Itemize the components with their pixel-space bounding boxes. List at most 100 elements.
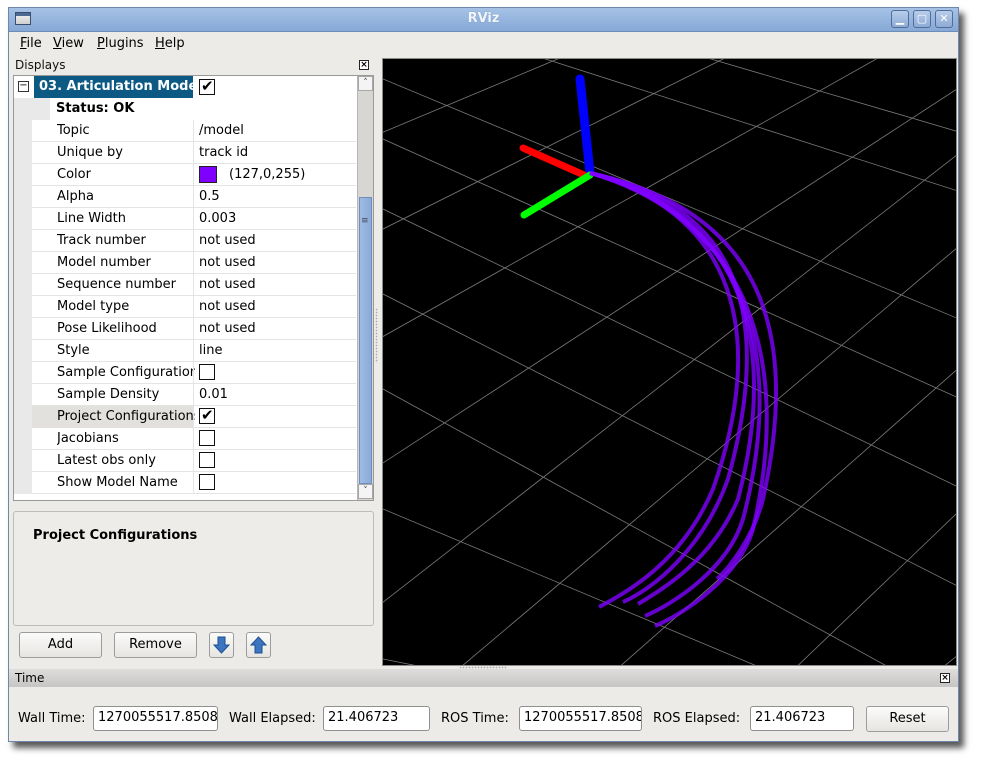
property-key: Model number <box>57 255 151 270</box>
displays-dock-title: Displays <box>15 58 66 72</box>
property-value[interactable]: not used <box>199 277 256 292</box>
property-value[interactable]: line <box>199 343 222 358</box>
minimize-icon: ▁ <box>895 12 905 25</box>
property-value[interactable]: 0.003 <box>199 211 236 226</box>
property-row[interactable]: Pose Likelihood not used <box>14 318 356 340</box>
property-value[interactable]: not used <box>199 299 256 314</box>
property-key: Sample Density <box>57 387 160 402</box>
property-row[interactable]: Model number not used <box>14 252 356 274</box>
time-panel: Time × Wall Time: 1270055517.850869 Wall… <box>9 669 958 741</box>
property-value[interactable]: not used <box>199 321 256 336</box>
property-row[interactable]: Line Width 0.003 <box>14 208 356 230</box>
rviz-window: RViz ▁ ▢ ✕ File View Plugins Help Displa… <box>8 7 959 742</box>
menu-plugins[interactable]: Plugins <box>97 36 144 51</box>
close-icon: × <box>360 60 368 70</box>
property-row[interactable]: Sample Configurations <box>14 362 356 384</box>
property-row[interactable]: Jacobians <box>14 428 356 450</box>
collapse-icon[interactable]: − <box>18 81 29 92</box>
property-row[interactable]: Latest obs only <box>14 450 356 472</box>
property-checkbox[interactable] <box>199 452 215 468</box>
property-value[interactable]: 0.5 <box>199 189 220 204</box>
reset-button[interactable]: Reset <box>866 706 949 732</box>
property-row[interactable]: Show Model Name <box>14 472 356 494</box>
wall-elapsed-field[interactable]: 21.406723 <box>323 706 430 731</box>
property-checkbox[interactable] <box>199 430 215 446</box>
add-display-button[interactable]: Add <box>19 632 102 658</box>
property-value[interactable]: not used <box>199 233 256 248</box>
display-enabled-checkbox[interactable] <box>199 77 215 95</box>
close-button[interactable]: ✕ <box>935 10 953 28</box>
grid-line <box>383 59 724 230</box>
property-value[interactable]: not used <box>199 255 256 270</box>
close-icon: × <box>941 673 949 683</box>
display-root-row[interactable]: − 03. Articulation Mode <box>14 76 356 98</box>
property-checkbox[interactable] <box>199 364 215 380</box>
property-key: Topic <box>57 123 90 138</box>
property-row[interactable]: Color (127,0,255) <box>14 164 356 186</box>
displays-scrollbar[interactable]: ˄ ≡ ˅ <box>357 76 373 500</box>
property-key: Color <box>57 167 91 182</box>
wall-time-field[interactable]: 1270055517.850869 <box>93 706 218 731</box>
property-value[interactable]: track id <box>199 145 248 160</box>
property-key: Track number <box>57 233 146 248</box>
menu-file[interactable]: File <box>20 36 42 51</box>
move-up-button[interactable] <box>246 632 271 658</box>
property-value[interactable]: 0.01 <box>199 387 228 402</box>
time-panel-title: Time <box>15 671 45 685</box>
title-bar[interactable]: RViz ▁ ▢ ✕ <box>9 8 958 32</box>
color-swatch[interactable] <box>199 166 217 183</box>
z-axis <box>575 74 595 178</box>
minimize-button[interactable]: ▁ <box>891 10 909 28</box>
property-key: Line Width <box>57 211 126 226</box>
time-close-button[interactable]: × <box>940 673 950 683</box>
property-value[interactable]: (127,0,255) <box>229 167 305 182</box>
property-key: Sample Configurations <box>57 365 195 380</box>
trajectory-line <box>589 171 741 609</box>
grid-line <box>797 513 956 665</box>
menu-view[interactable]: View <box>53 36 84 51</box>
property-key: Sequence number <box>57 277 176 292</box>
scroll-down-button[interactable]: ˅ <box>358 484 373 499</box>
wall-elapsed-label: Wall Elapsed: <box>229 711 316 726</box>
grid-line <box>383 138 956 398</box>
grid-line <box>709 59 956 132</box>
ros-elapsed-label: ROS Elapsed: <box>653 711 741 726</box>
display-root-highlight: 03. Articulation Mode <box>34 76 193 98</box>
property-value[interactable]: /model <box>199 123 244 138</box>
property-checkbox[interactable] <box>199 406 215 424</box>
scroll-up-button[interactable]: ˄ <box>358 76 373 91</box>
property-row[interactable]: Sample Density 0.01 <box>14 384 356 406</box>
grid-line <box>944 656 956 665</box>
displays-close-button[interactable]: × <box>359 60 369 70</box>
property-row[interactable]: Sequence number not used <box>14 274 356 296</box>
property-row[interactable]: Unique by track id <box>14 142 356 164</box>
maximize-button[interactable]: ▢ <box>913 10 931 28</box>
x-axis <box>519 144 588 179</box>
ros-elapsed-field[interactable]: 21.406723 <box>750 706 854 731</box>
property-row[interactable]: Topic/model <box>14 120 356 142</box>
property-checkbox[interactable] <box>199 474 215 490</box>
grid-line <box>544 59 956 191</box>
3d-scene[interactable] <box>383 59 956 665</box>
window-title: RViz <box>467 11 500 26</box>
display-root-label: 03. Articulation Mode <box>39 79 193 94</box>
property-key: Style <box>57 343 90 358</box>
vertical-splitter-handle[interactable] <box>375 308 378 363</box>
ros-time-field[interactable]: 1270055517.850869 <box>519 706 642 731</box>
property-key: Latest obs only <box>57 453 156 468</box>
remove-display-button[interactable]: Remove <box>114 632 197 658</box>
render-viewport[interactable] <box>382 58 957 666</box>
menu-help[interactable]: Help <box>155 36 185 51</box>
property-row[interactable]: Style line <box>14 340 356 362</box>
property-row[interactable]: Project Configurations <box>14 406 356 428</box>
property-row[interactable]: Model type not used <box>14 296 356 318</box>
scroll-thumb[interactable] <box>359 197 372 484</box>
grid-line <box>383 89 956 464</box>
status-row: Status: OK <box>14 98 356 120</box>
property-row[interactable]: Track number not used <box>14 230 356 252</box>
move-down-button[interactable] <box>209 632 234 658</box>
property-row[interactable]: Alpha 0.5 <box>14 186 356 208</box>
grid-line <box>383 59 559 133</box>
grid-line <box>383 388 886 665</box>
property-key: Jacobians <box>57 431 119 446</box>
